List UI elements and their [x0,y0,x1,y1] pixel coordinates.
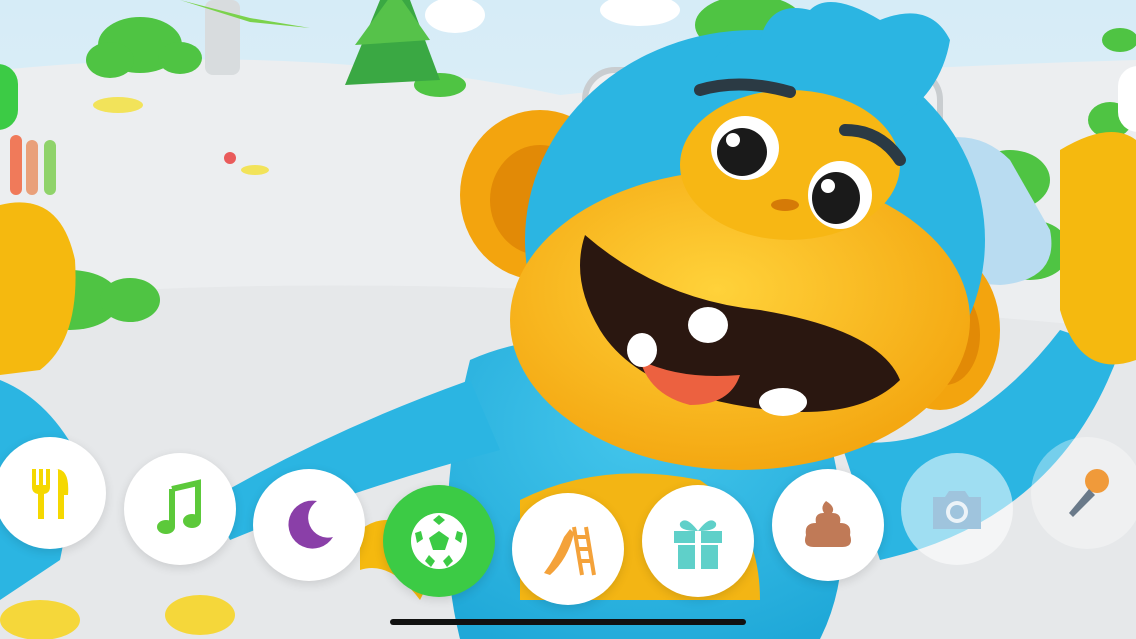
poop-button[interactable] [772,469,884,581]
camera-button[interactable] [901,453,1013,565]
camera-icon [933,491,981,529]
sleep-button[interactable] [253,469,365,581]
play-button[interactable] [383,485,495,597]
gift-icon [674,520,722,569]
moon-icon [288,500,333,549]
poop-icon [805,501,851,547]
music-note-icon [157,479,201,534]
microphone-icon [1069,469,1109,517]
monkey-right-hand [1060,132,1136,365]
microphone-button[interactable] [1031,437,1136,549]
soccer-ball-icon [411,513,467,569]
gift-button[interactable] [642,485,754,597]
fork-knife-icon [32,469,69,519]
right-edge-bubble [1118,66,1136,132]
slide-button[interactable] [512,493,624,605]
fence [10,135,56,195]
slide-icon [544,526,596,576]
music-button[interactable] [124,453,236,565]
home-indicator [390,619,746,625]
